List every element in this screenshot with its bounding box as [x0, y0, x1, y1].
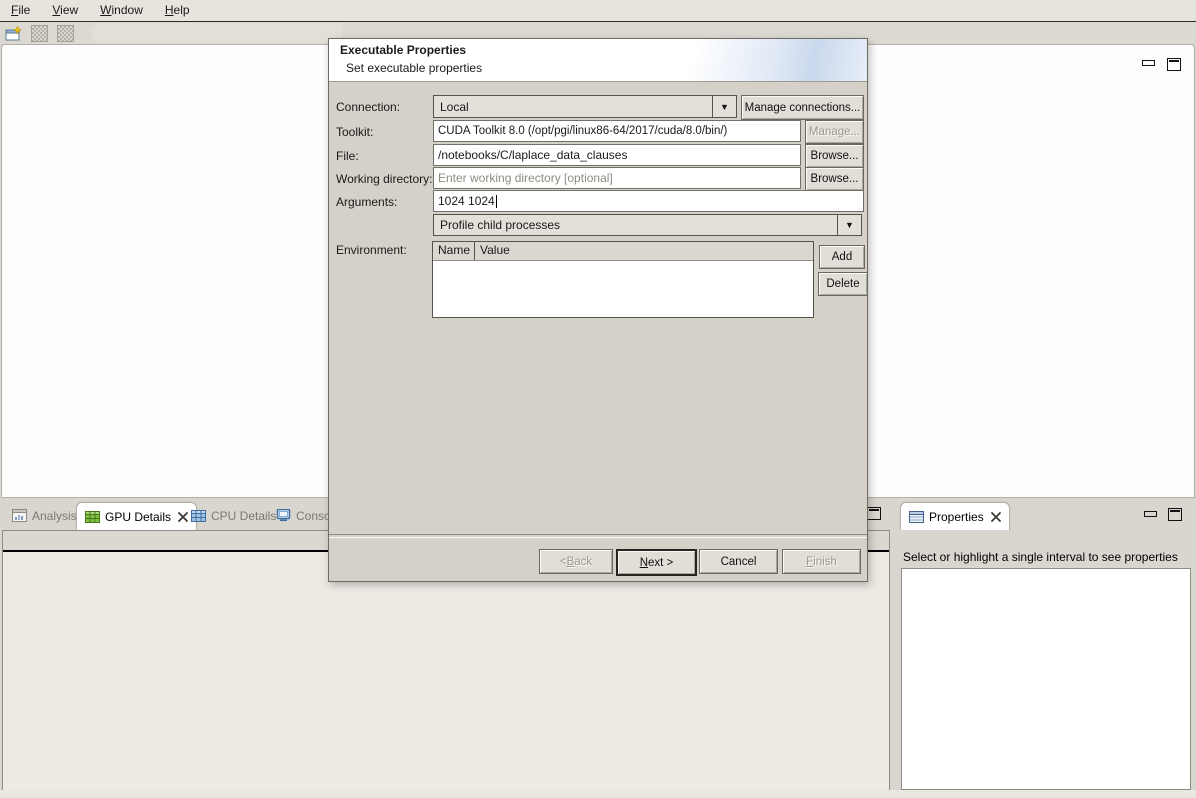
chevron-down-icon[interactable]: ▼ [837, 215, 861, 235]
working-directory-placeholder: Enter working directory [optional] [438, 171, 613, 185]
column-header-value[interactable]: Value [475, 242, 515, 260]
wizard-banner-graphic [617, 39, 867, 81]
dialog-subtitle: Set executable properties [346, 61, 482, 75]
delete-env-button[interactable]: Delete [818, 272, 868, 296]
dialog-header: Executable Properties Set executable pro… [329, 39, 867, 82]
browse-file-button[interactable]: Browse... [805, 144, 864, 168]
save-session-as-button[interactable]: ... [56, 25, 74, 42]
save-session-button[interactable] [30, 25, 48, 42]
environment-table[interactable]: Name Value [432, 241, 814, 318]
browse-workdir-button[interactable]: Browse... [805, 167, 864, 191]
manage-toolkit-button[interactable]: Manage... [805, 120, 864, 144]
arguments-field[interactable]: 1024 1024 [433, 190, 864, 212]
console-icon [276, 509, 291, 522]
connection-combo[interactable]: Local ▼ [433, 95, 737, 118]
toolkit-label: Toolkit: [336, 125, 373, 139]
new-session-button[interactable] [4, 25, 22, 42]
maximize-properties-icon[interactable] [1168, 508, 1182, 521]
column-header-name[interactable]: Name [433, 242, 475, 260]
add-env-button[interactable]: Add [819, 245, 865, 269]
back-button[interactable]: < Back [539, 549, 613, 574]
toolkit-value: CUDA Toolkit 8.0 (/opt/pgi/linux86-64/20… [438, 125, 727, 137]
file-field[interactable]: /notebooks/C/laplace_data_clauses [433, 144, 801, 166]
environment-table-header: Name Value [433, 242, 813, 261]
profile-mode-value: Profile child processes [440, 218, 560, 232]
tab-label: Analysis [32, 509, 77, 523]
properties-content [901, 568, 1191, 790]
tab-analysis[interactable]: Analysis [4, 502, 85, 529]
status-bar [0, 790, 1196, 798]
dialog-title: Executable Properties [340, 43, 466, 57]
tab-label: Properties [929, 510, 984, 524]
close-tab-icon[interactable] [991, 512, 1001, 522]
finish-button[interactable]: Finish [782, 549, 861, 574]
cpu-details-icon [191, 510, 206, 522]
menu-window[interactable]: Window [89, 0, 154, 21]
minimize-view-icon[interactable] [1142, 60, 1155, 66]
environment-label: Environment: [336, 243, 407, 257]
tab-properties[interactable]: Properties [900, 502, 1010, 530]
minimize-properties-icon[interactable] [1144, 511, 1157, 517]
arguments-value: 1024 1024 [438, 194, 495, 208]
chevron-down-icon[interactable]: ▼ [712, 96, 736, 117]
arguments-label: Arguments: [336, 195, 397, 209]
manage-connections-button[interactable]: Manage connections... [741, 95, 864, 120]
properties-message: Select or highlight a single interval to… [903, 550, 1178, 564]
tab-label: CPU Details [211, 509, 276, 523]
menu-view[interactable]: View [41, 0, 89, 21]
cancel-button[interactable]: Cancel [699, 549, 778, 574]
new-session-icon [5, 26, 22, 42]
executable-properties-dialog: Executable Properties Set executable pro… [328, 38, 868, 582]
connection-value: Local [440, 100, 469, 114]
analysis-icon [12, 509, 27, 522]
maximize-view-icon[interactable] [1167, 58, 1181, 71]
connection-label: Connection: [336, 100, 400, 114]
working-directory-field[interactable]: Enter working directory [optional] [433, 167, 801, 189]
menu-bar: File View Window Help [0, 0, 1196, 22]
text-cursor [496, 195, 497, 208]
file-label: File: [336, 149, 359, 163]
save-session-icon-disabled [31, 25, 48, 42]
gpu-details-icon [85, 511, 100, 523]
next-button[interactable]: Next > [616, 549, 697, 576]
working-directory-label: Working directory: [336, 172, 432, 186]
toolbar-group [92, 23, 342, 43]
menu-help[interactable]: Help [154, 0, 201, 21]
tab-gpu-details[interactable]: GPU Details [76, 502, 197, 530]
properties-icon [909, 511, 924, 523]
file-value: /notebooks/C/laplace_data_clauses [438, 148, 627, 162]
profile-mode-combo[interactable]: Profile child processes ▼ [433, 214, 862, 236]
dialog-separator [329, 534, 867, 538]
maximize-bottom-panel-icon[interactable] [867, 507, 881, 520]
toolkit-field[interactable]: CUDA Toolkit 8.0 (/opt/pgi/linux86-64/20… [433, 120, 801, 142]
menu-file[interactable]: File [0, 0, 41, 21]
tab-label: GPU Details [105, 510, 171, 524]
